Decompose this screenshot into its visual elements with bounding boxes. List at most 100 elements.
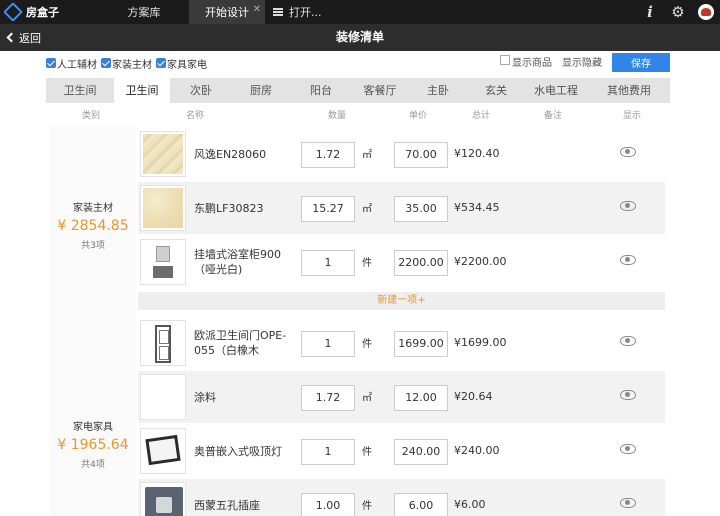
item-name: 涂料 bbox=[194, 390, 216, 404]
unit-price-input[interactable]: 6.00 bbox=[394, 493, 448, 516]
table-row: 西蒙五孔插座 1.00 件 6.00 ¥6.00 bbox=[138, 479, 665, 516]
header-quantity: 数量 bbox=[328, 111, 347, 121]
header-remark: 备注 bbox=[544, 111, 563, 121]
eye-icon[interactable] bbox=[620, 201, 636, 211]
app-logo[interactable]: 房盒子 bbox=[0, 0, 65, 24]
tab-room-master-bedroom[interactable]: 主卧 bbox=[408, 78, 468, 103]
tab-room-kitchen[interactable]: 厨房 bbox=[232, 78, 290, 103]
avatar-icon bbox=[698, 4, 714, 20]
item-name: 欧派卫生间门OPE-055（白橡木 bbox=[194, 329, 287, 357]
table-row: 涂料 1.72 ㎡ 12.00 ¥20.64 bbox=[138, 371, 665, 423]
checkbox-furniture-appliances[interactable]: 家具家电 bbox=[156, 56, 207, 71]
table-row: 挂墙式浴室柜900（哑光白) 1 件 2200.00 ¥2200.00 bbox=[138, 236, 665, 288]
item-unit: 件 bbox=[362, 447, 372, 458]
tab-room-second-bedroom[interactable]: 次卧 bbox=[170, 78, 232, 103]
eye-icon[interactable] bbox=[620, 390, 636, 400]
checkbox-main-materials[interactable]: 家装主材 bbox=[101, 56, 152, 71]
chevron-left-icon bbox=[6, 32, 17, 43]
item-total: ¥6.00 bbox=[454, 498, 486, 511]
tab-start-design[interactable]: 开始设计 ✕ bbox=[189, 0, 265, 24]
item-name: 奥普嵌入式吸顶灯 bbox=[194, 444, 282, 458]
unit-price-input[interactable]: 2200.00 bbox=[394, 250, 448, 276]
bathroom-cabinet-icon bbox=[140, 239, 186, 285]
unit-price-input[interactable]: 12.00 bbox=[394, 385, 448, 411]
checkbox-checked-icon bbox=[46, 58, 56, 68]
tab-room-bathroom-2[interactable]: 卫生间 bbox=[114, 78, 170, 103]
table-row: 东鹏LF30823 15.27 ㎡ 35.00 ¥534.45 bbox=[138, 182, 665, 234]
new-item-button[interactable]: 新建一项+ bbox=[138, 292, 665, 310]
category-total: ¥ 2854.85 bbox=[57, 218, 129, 234]
info-icon[interactable]: i bbox=[636, 0, 664, 24]
header-name: 名称 bbox=[186, 111, 205, 121]
open-label: 打开... bbox=[289, 6, 322, 19]
door-icon bbox=[140, 320, 186, 366]
tab-room-other-costs[interactable]: 其他费用 bbox=[588, 78, 670, 103]
show-hidden-toggle[interactable]: 显示隐藏 bbox=[562, 54, 602, 69]
show-products-checkbox[interactable] bbox=[500, 55, 510, 65]
checkbox-labor-materials[interactable]: 人工辅材 bbox=[46, 56, 97, 71]
title-bar: 返回 装修清单 bbox=[0, 24, 720, 51]
unit-price-input[interactable]: 35.00 bbox=[394, 196, 448, 222]
quantity-input[interactable]: 1.72 bbox=[301, 385, 355, 411]
logo-icon bbox=[3, 2, 23, 22]
user-avatar[interactable] bbox=[692, 0, 720, 24]
blank-thumb bbox=[140, 374, 186, 420]
item-name: 挂墙式浴室柜900（哑光白) bbox=[194, 248, 281, 276]
unit-price-input[interactable]: 70.00 bbox=[394, 142, 448, 168]
item-total: ¥2200.00 bbox=[454, 255, 507, 268]
item-total: ¥120.40 bbox=[454, 147, 500, 160]
unit-price-input[interactable]: 1699.00 bbox=[394, 331, 448, 357]
tab-scheme-library[interactable]: 方案库 ✕ bbox=[99, 0, 200, 24]
gear-icon[interactable]: ⚙ bbox=[664, 0, 692, 24]
item-name: 风逸EN28060 bbox=[194, 147, 267, 161]
page-title: 装修清单 bbox=[335, 30, 384, 44]
app-bar: 房盒子 方案库 ✕ 开始设计 ✕ 打开... i ⚙ bbox=[0, 0, 720, 24]
tab-room-living-dining[interactable]: 客餐厅 bbox=[352, 78, 408, 103]
tab-room-plumbing-electrical[interactable]: 水电工程 bbox=[524, 78, 588, 103]
back-label: 返回 bbox=[19, 31, 41, 45]
category-name: 家装主材 bbox=[73, 203, 113, 214]
close-icon[interactable]: ✕ bbox=[253, 4, 261, 15]
item-unit: ㎡ bbox=[362, 150, 372, 161]
item-total: ¥1699.00 bbox=[454, 336, 507, 349]
tab-label: 方案库 bbox=[127, 6, 161, 19]
show-products-label: 显示商品 bbox=[512, 58, 552, 69]
eye-icon[interactable] bbox=[620, 147, 636, 157]
table-row: 奥普嵌入式吸顶灯 1 件 240.00 ¥240.00 bbox=[138, 425, 665, 477]
item-unit: 件 bbox=[362, 339, 372, 350]
quantity-input[interactable]: 1 bbox=[301, 439, 355, 465]
category-name: 家电家具 bbox=[73, 422, 113, 433]
unit-price-input[interactable]: 240.00 bbox=[394, 439, 448, 465]
eye-icon[interactable] bbox=[620, 498, 636, 508]
tab-room-bathroom-1[interactable]: 卫生间 bbox=[46, 78, 114, 103]
filter-checkboxes: 人工辅材 家装主材 家具家电 bbox=[46, 54, 211, 72]
open-menu[interactable]: 打开... bbox=[265, 0, 335, 24]
quantity-input[interactable]: 1.00 bbox=[301, 493, 355, 516]
tab-room-balcony[interactable]: 阳台 bbox=[290, 78, 352, 103]
item-unit: ㎡ bbox=[362, 204, 372, 215]
header-category: 类别 bbox=[82, 111, 101, 121]
tile-icon bbox=[140, 131, 186, 177]
quantity-input[interactable]: 1 bbox=[301, 250, 355, 276]
checkbox-checked-icon bbox=[101, 58, 111, 68]
header-total: 总计 bbox=[472, 111, 491, 121]
eye-icon[interactable] bbox=[620, 444, 636, 454]
socket-icon bbox=[140, 482, 186, 516]
category-count: 共4项 bbox=[81, 460, 105, 470]
header-unit-price: 单价 bbox=[409, 111, 428, 121]
bill-of-materials-table: 类别 名称 数量 单价 总计 备注 显示 家装主材 ¥ 2854.85 共3项 … bbox=[46, 103, 670, 516]
checkbox-checked-icon bbox=[156, 58, 166, 68]
checkbox-label: 家具家电 bbox=[167, 59, 207, 71]
back-button[interactable]: 返回 bbox=[6, 24, 41, 51]
room-tabs: 卫生间 卫生间 次卧 厨房 阳台 客餐厅 主卧 玄关 水电工程 其他费用 bbox=[46, 78, 670, 103]
eye-icon[interactable] bbox=[620, 255, 636, 265]
save-button[interactable]: 保存 bbox=[612, 53, 670, 72]
quantity-input[interactable]: 1.72 bbox=[301, 142, 355, 168]
tab-room-entrance[interactable]: 玄关 bbox=[468, 78, 524, 103]
quantity-input[interactable]: 15.27 bbox=[301, 196, 355, 222]
eye-icon[interactable] bbox=[620, 336, 636, 346]
quantity-input[interactable]: 1 bbox=[301, 331, 355, 357]
item-name: 东鹏LF30823 bbox=[194, 201, 264, 215]
item-unit: 件 bbox=[362, 258, 372, 269]
category-total: ¥ 1965.64 bbox=[57, 437, 129, 453]
